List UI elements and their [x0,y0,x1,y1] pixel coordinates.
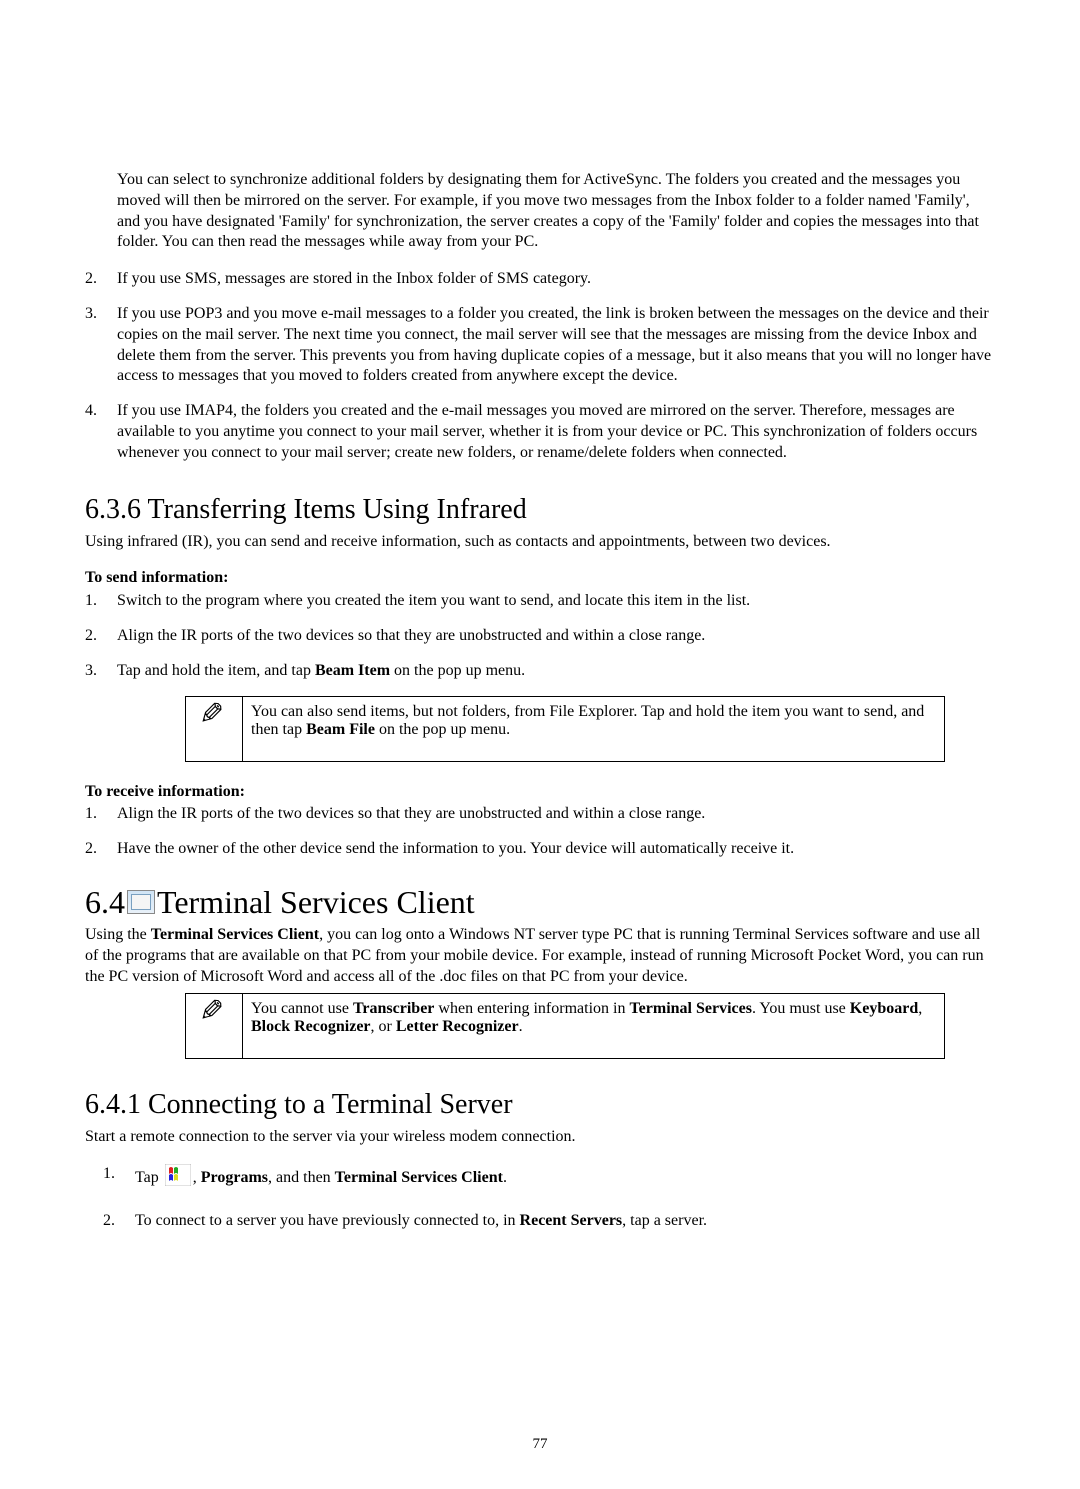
list-content: Align the IR ports of the two devices so… [117,626,995,647]
bold-text: Recent Servers [520,1212,623,1229]
text: Tap and hold the item, and tap [117,662,315,679]
list-number: 3. [85,661,117,682]
text: . [503,1169,507,1186]
section-title: Terminal Services Client [157,884,475,921]
text: . You must use [752,1000,850,1017]
text: on the pop up menu. [375,721,510,738]
note-text-cell: You can also send items, but not folders… [243,696,945,761]
intro-paragraph: You can select to synchronize additional… [117,170,995,253]
section-heading-64: 6.4 Terminal Services Client [85,884,995,921]
bold-text: Block Recognizer [251,1018,371,1035]
list-item: 2. Align the IR ports of the two devices… [85,626,995,647]
list-content: If you use SMS, messages are stored in t… [117,269,995,290]
bold-text: Programs [201,1169,268,1186]
list-item: 2. Have the owner of the other device se… [85,839,995,860]
recv-heading: To receive information: [85,782,995,803]
bold-text: Terminal Services [629,1000,752,1017]
list-item: 3. Tap and hold the item, and tap Beam I… [85,661,995,682]
windows-start-icon [165,1164,191,1186]
list-content: Tap and hold the item, and tap Beam Item… [117,661,995,682]
list-item: 1. Switch to the program where you creat… [85,591,995,612]
list-content: Switch to the program where you created … [117,591,995,612]
list-item: 2. If you use SMS, messages are stored i… [85,269,995,290]
pen-icon [201,1002,227,1028]
text: on the pop up menu. [390,662,525,679]
text: To connect to a server you have previous… [135,1212,520,1229]
list-number: 3. [85,304,117,387]
list-number: 1. [85,804,117,825]
list-number: 2. [85,626,117,647]
text: Using the [85,926,151,943]
note-box: You can also send items, but not folders… [185,696,945,762]
terminal-services-icon [127,890,155,914]
list-content: If you use POP3 and you move e-mail mess… [117,304,995,387]
list-number: 2. [103,1211,135,1232]
list-number: 1. [103,1164,135,1189]
section-heading-636: 6.3.6 Transferring Items Using Infrared [85,494,995,526]
list-number: 4. [85,401,117,463]
text: Tap [135,1169,163,1186]
text: You cannot use [251,1000,353,1017]
list-number: 1. [85,591,117,612]
bold-text: Transcriber [353,1000,434,1017]
section-intro: Using infrared (IR), you can send and re… [85,532,995,553]
list-item: 2. To connect to a server you have previ… [103,1211,995,1232]
bold-text: Terminal Services Client [335,1169,503,1186]
section-intro: Using the Terminal Services Client, you … [85,925,995,987]
bold-text: Letter Recognizer [396,1018,519,1035]
section-intro: Start a remote connection to the server … [85,1127,995,1148]
section-heading-641: 6.4.1 Connecting to a Terminal Server [85,1089,995,1121]
bold-text: Beam Item [315,662,390,679]
text: . [519,1018,523,1035]
bold-text: Terminal Services Client [151,926,319,943]
text: , or [371,1018,396,1035]
text: , [918,1000,922,1017]
note-box: You cannot use Transcriber when entering… [185,993,945,1059]
note-icon-cell [186,696,243,761]
list-item: 3. If you use POP3 and you move e-mail m… [85,304,995,387]
list-content: To connect to a server you have previous… [135,1211,995,1232]
note-text-cell: You cannot use Transcriber when entering… [243,994,945,1059]
list-content: Align the IR ports of the two devices so… [117,804,995,825]
text: when entering information in [434,1000,629,1017]
list-content: Tap , Programs, and then Terminal Servic… [135,1164,995,1189]
list-item: 1. Align the IR ports of the two devices… [85,804,995,825]
note-icon-cell [186,994,243,1059]
document-page: You can select to synchronize additional… [0,0,1080,1489]
bold-text: Keyboard [850,1000,918,1017]
section-number: 6.4 [85,884,125,921]
list-item: 1. Tap , Programs, and then Terminal Ser… [103,1164,995,1189]
page-number: 77 [0,1436,1080,1453]
bold-text: Beam File [306,721,375,738]
list-content: Have the owner of the other device send … [117,839,995,860]
send-heading: To send information: [85,568,995,589]
text: , and then [268,1169,335,1186]
list-number: 2. [85,839,117,860]
text: , tap a server. [622,1212,707,1229]
list-item: 4. If you use IMAP4, the folders you cre… [85,401,995,463]
list-content: If you use IMAP4, the folders you create… [117,401,995,463]
list-number: 2. [85,269,117,290]
text: , [193,1169,201,1186]
pen-icon [201,705,227,731]
